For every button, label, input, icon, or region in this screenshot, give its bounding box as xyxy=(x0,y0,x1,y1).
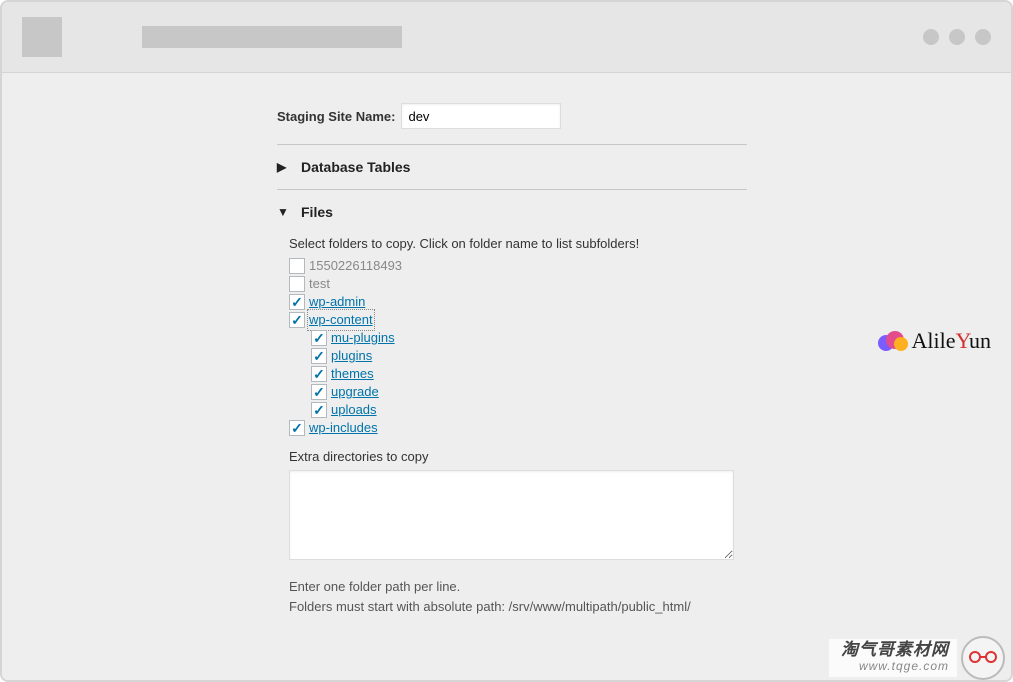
watermark-url: www.tqge.com xyxy=(841,660,949,673)
folder-tree: 1550226118493testwp-adminwp-contentmu-pl… xyxy=(289,257,747,437)
folder-children: mu-pluginspluginsthemesupgradeuploads xyxy=(289,329,747,419)
window-controls xyxy=(923,29,991,45)
staging-name-label: Staging Site Name: xyxy=(277,109,395,124)
folder-checkbox[interactable] xyxy=(311,384,327,400)
watermark-title: 淘气哥素材网 xyxy=(841,641,949,660)
folder-row: upgrade xyxy=(311,383,747,401)
folder-checkbox[interactable] xyxy=(311,330,327,346)
folder-link[interactable]: wp-content xyxy=(309,311,373,329)
folder-checkbox[interactable] xyxy=(289,294,305,310)
folder-row: wp-content xyxy=(289,311,747,329)
collapse-icon: ▶ xyxy=(277,160,291,174)
hint-text: Enter one folder path per line. Folders … xyxy=(289,577,747,616)
browser-window: Staging Site Name: ▶ Database Tables ▼ F… xyxy=(0,0,1013,682)
section-title: Database Tables xyxy=(301,159,410,175)
folder-link[interactable]: wp-admin xyxy=(309,293,365,311)
folder-row: 1550226118493 xyxy=(289,257,747,275)
folder-checkbox[interactable] xyxy=(289,312,305,328)
hint-line: Enter one folder path per line. xyxy=(289,577,747,597)
browser-titlebar xyxy=(2,2,1011,72)
folder-row: themes xyxy=(311,365,747,383)
hint-line: Folders must start with absolute path: /… xyxy=(289,597,747,617)
folder-checkbox[interactable] xyxy=(311,402,327,418)
staging-name-row: Staging Site Name: xyxy=(277,103,747,129)
folder-checkbox[interactable] xyxy=(289,276,305,292)
folder-row: test xyxy=(289,275,747,293)
extra-directories-label: Extra directories to copy xyxy=(289,449,747,464)
files-help-text: Select folders to copy. Click on folder … xyxy=(289,236,747,251)
extra-directories-textarea[interactable] xyxy=(289,470,734,560)
tqge-watermark: 淘气哥素材网 www.tqge.com xyxy=(829,636,1011,680)
folder-label: test xyxy=(309,275,330,293)
section-files: ▼ Files Select folders to copy. Click on… xyxy=(277,189,747,628)
folder-row: wp-includes xyxy=(289,419,747,437)
folder-label: 1550226118493 xyxy=(309,257,402,275)
window-control-dot[interactable] xyxy=(975,29,991,45)
titlebar-placeholder-bar xyxy=(142,26,402,48)
files-section-body: Select folders to copy. Click on folder … xyxy=(277,222,747,616)
folder-row: wp-admin xyxy=(289,293,747,311)
section-database-tables: ▶ Database Tables xyxy=(277,144,747,189)
folder-link[interactable]: upgrade xyxy=(331,383,379,401)
folder-link[interactable]: mu-plugins xyxy=(331,329,395,347)
section-header-files[interactable]: ▼ Files xyxy=(277,202,747,222)
folder-row: uploads xyxy=(311,401,747,419)
section-title: Files xyxy=(301,204,333,220)
glasses-icon xyxy=(961,636,1005,680)
alileyun-watermark: AlileYun xyxy=(878,328,991,354)
expand-icon: ▼ xyxy=(277,205,291,219)
section-header-database[interactable]: ▶ Database Tables xyxy=(277,157,747,177)
staging-form: Staging Site Name: ▶ Database Tables ▼ F… xyxy=(277,103,747,628)
folder-link[interactable]: themes xyxy=(331,365,374,383)
window-control-dot[interactable] xyxy=(923,29,939,45)
staging-name-input[interactable] xyxy=(401,103,561,129)
folder-checkbox[interactable] xyxy=(289,258,305,274)
window-control-dot[interactable] xyxy=(949,29,965,45)
folder-row: plugins xyxy=(311,347,747,365)
folder-checkbox[interactable] xyxy=(289,420,305,436)
folder-checkbox[interactable] xyxy=(311,348,327,364)
cloud-icon xyxy=(878,331,908,351)
folder-link[interactable]: wp-includes xyxy=(309,419,378,437)
folder-row: mu-plugins xyxy=(311,329,747,347)
folder-link[interactable]: plugins xyxy=(331,347,372,365)
folder-link[interactable]: uploads xyxy=(331,401,377,419)
folder-checkbox[interactable] xyxy=(311,366,327,382)
titlebar-placeholder-square xyxy=(22,17,62,57)
content-area: Staging Site Name: ▶ Database Tables ▼ F… xyxy=(2,72,1011,680)
